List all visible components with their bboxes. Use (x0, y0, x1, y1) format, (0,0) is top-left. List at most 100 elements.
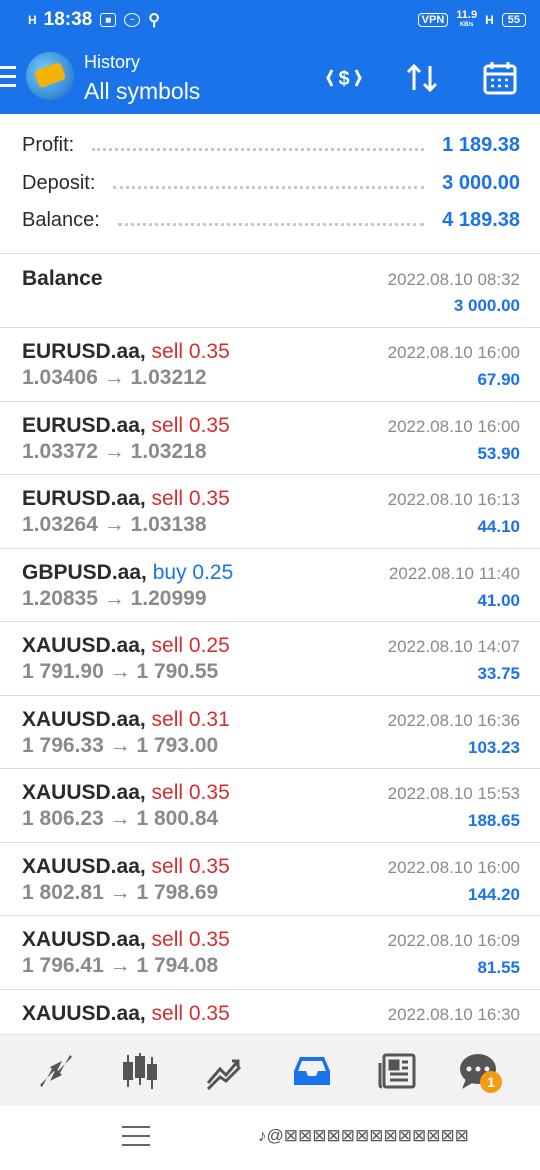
trade-symbol: XAUUSD.aa, sell 0.25 (22, 634, 230, 657)
trade-icon[interactable] (202, 1049, 246, 1093)
trade-date: 2022.08.10 16:00 (387, 417, 520, 436)
status-time: 18:38 (43, 9, 93, 30)
network-type: H (485, 13, 494, 27)
sort-icon[interactable] (402, 58, 442, 98)
trade-prices: 1 796.41 → 1 794.08 (22, 954, 219, 977)
trade-symbol: XAUUSD.aa, sell 0.35 (22, 928, 230, 951)
balance-entry-label: Balance (22, 267, 103, 290)
currency-icon[interactable]: $ (324, 58, 364, 98)
trade-row[interactable]: XAUUSD.aa, sell 0.35 1 806.23 → 1 800.84… (0, 769, 540, 843)
trade-date: 2022.08.10 16:00 (387, 343, 520, 362)
trade-row[interactable]: GBPUSD.aa, buy 0.25 1.20835 → 1.20999 20… (0, 549, 540, 622)
trade-date: 2022.08.10 15:53 (387, 784, 520, 803)
signal-indicator: H (28, 13, 37, 27)
trade-row[interactable]: XAUUSD.aa, sell 0.25 1 791.90 → 1 790.55… (0, 622, 540, 696)
trade-type: buy 0.25 (152, 561, 234, 584)
trade-symbol: GBPUSD.aa, buy 0.25 (22, 561, 234, 584)
trade-profit: 53.90 (477, 444, 520, 463)
trade-date: 2022.08.10 16:30 (387, 1005, 520, 1024)
profit-row: Profit: 1 189.38 (22, 130, 520, 160)
screen-title: History (84, 52, 141, 72)
trade-symbol: EURUSD.aa, sell 0.35 (22, 414, 230, 437)
battery-indicator: 55 (501, 13, 526, 27)
chart-icon[interactable] (118, 1049, 162, 1093)
trade-type: sell 0.35 (151, 781, 230, 804)
trade-date: 2022.08.10 16:36 (387, 711, 520, 730)
trade-prices: 1 796.33 → 1 793.00 (22, 734, 219, 757)
trade-row[interactable]: XAUUSD.aa, sell 0.31 1 796.33 → 1 793.00… (0, 696, 540, 769)
status-bar: H 18:38 ◼ ~ ⚲ VPN 11.9 KB/s H 55 (0, 0, 540, 40)
divider (92, 139, 425, 151)
account-summary: Profit: 1 189.38 Deposit: 3 000.00 Balan… (0, 114, 540, 254)
bottom-navigation: 1 (0, 1034, 540, 1106)
trade-date: 2022.08.10 16:13 (387, 490, 520, 509)
trade-type: sell 0.31 (151, 708, 230, 731)
trade-prices: 1.03372 → 1.03218 (22, 440, 207, 463)
trade-prices: 1 791.90 → 1 790.55 (22, 660, 219, 683)
messenger-icon: ~ (124, 13, 141, 27)
balance-row: Balance: 4 189.38 (22, 205, 520, 235)
profit-label: Profit: (22, 133, 75, 156)
history-icon[interactable] (290, 1049, 334, 1093)
trade-symbol: XAUUSD.aa, sell 0.35 (22, 1002, 230, 1025)
trade-prices: 1.20835 → 1.20999 (22, 587, 207, 610)
trade-profit: 103.23 (468, 738, 520, 757)
profit-value: 1 189.38 (442, 133, 520, 156)
trade-row[interactable]: EURUSD.aa, sell 0.35 1.03406 → 1.03212 2… (0, 328, 540, 402)
trade-profit: 33.75 (477, 664, 520, 683)
trade-profit: 67.90 (477, 370, 520, 389)
trade-profit: 81.55 (477, 958, 520, 977)
trade-row[interactable]: XAUUSD.aa, sell 0.35 1 802.81 → 1 798.69… (0, 843, 540, 916)
recent-apps-button[interactable] (122, 1126, 150, 1153)
trade-symbol: XAUUSD.aa, sell 0.35 (22, 855, 230, 878)
chat-badge: 1 (480, 1071, 502, 1093)
trade-profit: 44.10 (477, 517, 520, 536)
balance-value: 4 189.38 (442, 208, 520, 231)
quotes-icon[interactable] (34, 1049, 78, 1093)
chat-icon[interactable]: 1 (456, 1049, 502, 1093)
trade-row[interactable]: EURUSD.aa, sell 0.35 1.03264 → 1.03138 2… (0, 475, 540, 549)
menu-icon[interactable] (0, 66, 16, 88)
trade-date: 2022.08.10 16:09 (387, 931, 520, 950)
divider (113, 177, 425, 189)
trade-type: sell 0.35 (151, 340, 230, 363)
trade-row[interactable]: EURUSD.aa, sell 0.35 1.03372 → 1.03218 2… (0, 402, 540, 475)
calendar-icon[interactable] (480, 58, 520, 98)
trade-type: sell 0.35 (151, 928, 230, 951)
trade-symbol: EURUSD.aa, sell 0.35 (22, 340, 230, 363)
trade-profit: 41.00 (477, 591, 520, 610)
trade-prices: 1 802.81 → 1 798.69 (22, 881, 219, 904)
system-navigation: ♪@⊠⊠⊠⊠⊠⊠⊠⊠⊠⊠⊠⊠⊠ (0, 1106, 540, 1170)
trade-prices: 1.03264 → 1.03138 (22, 513, 207, 536)
symbol-filter[interactable]: All symbols (84, 78, 200, 105)
accessibility-icon: ⚲ (148, 12, 160, 29)
trade-type: sell 0.25 (151, 634, 230, 657)
app-logo[interactable] (26, 52, 74, 100)
trade-row[interactable]: XAUUSD.aa, sell 0.35 2022.08.10 16:30 (0, 990, 540, 1034)
trade-row[interactable]: XAUUSD.aa, sell 0.35 1 796.41 → 1 794.08… (0, 916, 540, 990)
trade-profit: 144.20 (468, 885, 520, 904)
balance-entry-amount: 3 000.00 (453, 296, 520, 315)
vpn-badge: VPN (417, 13, 449, 27)
network-speed: 11.9 KB/s (456, 9, 478, 29)
balance-entry[interactable]: Balance 2022.08.10 08:32 3 000.00 (0, 254, 540, 328)
trade-date: 2022.08.10 11:40 (388, 564, 520, 583)
trade-type: sell 0.35 (151, 1002, 230, 1025)
trade-symbol: XAUUSD.aa, sell 0.35 (22, 781, 230, 804)
news-icon[interactable] (376, 1049, 420, 1093)
notification-icon: ◼ (100, 13, 117, 27)
trade-prices: 1 806.23 → 1 800.84 (22, 807, 219, 830)
deposit-value: 3 000.00 (442, 171, 520, 194)
deposit-row: Deposit: 3 000.00 (22, 168, 520, 198)
deposit-label: Deposit: (22, 171, 96, 194)
balance-entry-date: 2022.08.10 08:32 (387, 270, 520, 289)
trade-symbol: XAUUSD.aa, sell 0.31 (22, 708, 230, 731)
watermark-logo: ♪@⊠⊠⊠⊠⊠⊠⊠⊠⊠⊠⊠⊠⊠ (258, 1126, 469, 1145)
divider (117, 214, 425, 226)
trade-type: sell 0.35 (151, 855, 230, 878)
balance-label: Balance: (22, 208, 100, 231)
svg-text:$: $ (338, 68, 349, 90)
trade-date: 2022.08.10 16:00 (387, 858, 520, 877)
app-bar: History All symbols $ (0, 40, 540, 114)
trade-profit: 188.65 (468, 811, 520, 830)
